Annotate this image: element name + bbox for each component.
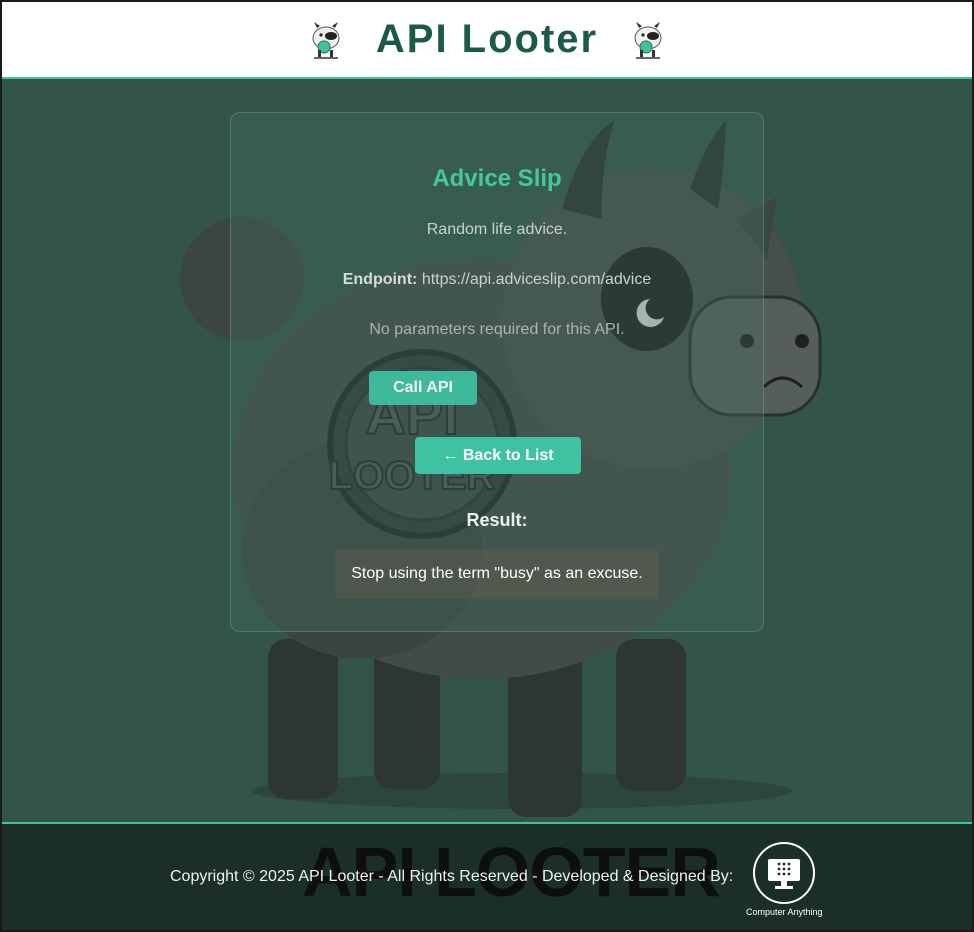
endpoint-url: https://api.adviceslip.com/advice xyxy=(421,271,652,288)
api-title: Advice Slip xyxy=(432,165,562,192)
page: API Looter API LOOTER Advice Slip Random… xyxy=(0,0,974,932)
params-note: No parameters required for this API. xyxy=(369,321,625,338)
copyright-text: Copyright © 2025 API Looter - All Rights… xyxy=(170,868,734,885)
api-detail-card: Advice Slip Random life advice. Endpoint… xyxy=(230,112,764,632)
endpoint-label: Endpoint: xyxy=(342,271,418,288)
result-output: Stop using the term "busy" as an excuse. xyxy=(335,549,659,599)
cow-mascot-icon xyxy=(312,21,340,59)
cow-mascot-icon xyxy=(634,21,662,59)
site-title: API Looter xyxy=(375,17,599,61)
site-footer: API LOOTER Copyright © 2025 API Looter -… xyxy=(2,822,972,930)
result-label: Result: xyxy=(466,510,528,530)
computer-monitor-icon xyxy=(753,842,815,904)
developer-caption: Computer Anything xyxy=(746,907,823,917)
back-to-list-button[interactable]: ← Back to List xyxy=(415,437,581,474)
api-endpoint: Endpoint: https://api.adviceslip.com/adv… xyxy=(231,271,763,289)
result-text: Stop using the term "busy" as an excuse. xyxy=(351,565,643,582)
site-header: API Looter xyxy=(2,2,972,79)
developer-logo-link[interactable]: Computer Anything xyxy=(746,842,823,922)
api-description: Random life advice. xyxy=(426,221,568,238)
call-api-button[interactable]: Call API xyxy=(369,371,477,405)
